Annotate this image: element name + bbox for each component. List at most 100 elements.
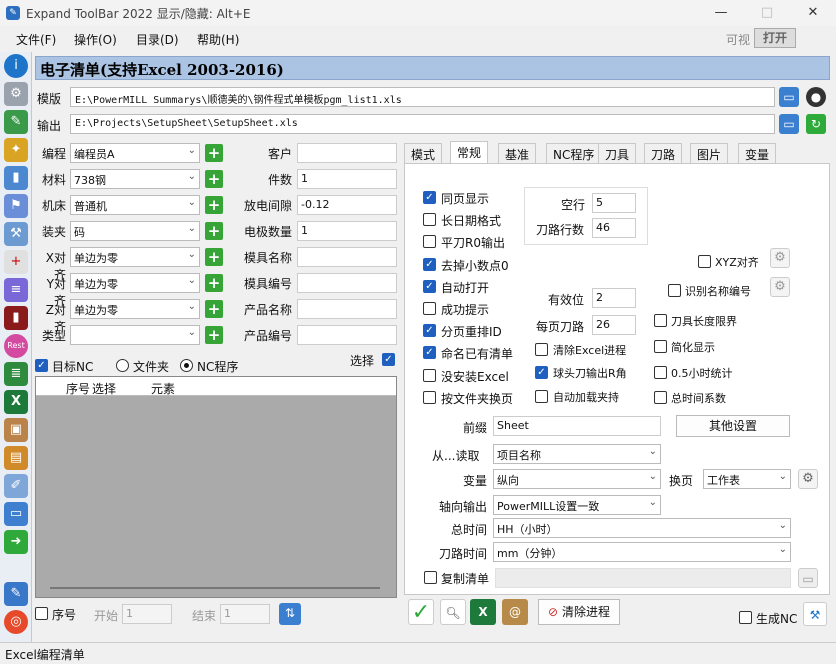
- option-checkbox-8[interactable]: [423, 368, 436, 382]
- form-right-input-1[interactable]: 1: [297, 169, 397, 189]
- tab-general[interactable]: 常规: [450, 141, 489, 164]
- output-path-field[interactable]: E:\Projects\SetupSheet\SetupSheet.xls: [70, 114, 775, 134]
- form-right-input-0[interactable]: [297, 143, 397, 163]
- sort-icon[interactable]: ⇅: [279, 603, 301, 625]
- tab-toolpath[interactable]: 刀路: [644, 143, 683, 164]
- menu-directory[interactable]: 目录(D): [136, 31, 179, 48]
- form-right-input-7[interactable]: [297, 325, 397, 345]
- right-option-checkbox-5[interactable]: [654, 391, 667, 404]
- option-checkbox-5[interactable]: [423, 302, 436, 315]
- computer-icon[interactable]: ▭: [4, 502, 28, 526]
- nc-program-radio[interactable]: [180, 359, 193, 372]
- mid-option-checkbox-0[interactable]: [535, 343, 548, 356]
- read-from-select[interactable]: 项目名称 ⌄: [493, 444, 661, 464]
- right-option-checkbox-4[interactable]: [654, 366, 667, 379]
- column-element[interactable]: 元素: [151, 380, 175, 397]
- menu-help[interactable]: 帮助(H): [197, 31, 239, 48]
- menu-file[interactable]: 文件(F): [16, 31, 56, 48]
- menu-operation[interactable]: 操作(O): [74, 31, 117, 48]
- end-input[interactable]: 1: [220, 604, 270, 624]
- option-checkbox-6[interactable]: ✓: [423, 324, 436, 338]
- excel-icon[interactable]: X: [4, 390, 28, 414]
- add-item-button-6[interactable]: +: [205, 300, 223, 318]
- book-icon[interactable]: ▮: [4, 166, 28, 190]
- info-icon[interactable]: i: [4, 54, 28, 78]
- mid-option-checkbox-1[interactable]: ✓: [535, 366, 548, 379]
- export-arrow-icon[interactable]: ➜: [4, 530, 28, 554]
- chart-edit-icon[interactable]: ✎: [4, 110, 28, 134]
- form-select-6[interactable]: 单边为零 ⌄: [70, 299, 200, 319]
- form-right-input-4[interactable]: [297, 247, 397, 267]
- copy-list-checkbox[interactable]: [424, 571, 437, 584]
- stack-icon[interactable]: ≣: [4, 362, 28, 386]
- option-checkbox-9[interactable]: [423, 390, 436, 404]
- preview-magnifier-icon[interactable]: 🔍︎: [440, 599, 466, 625]
- add-item-button-7[interactable]: +: [205, 326, 223, 344]
- maximize-button[interactable]: □: [744, 0, 790, 26]
- wrench-tools-icon[interactable]: ⚒: [803, 602, 827, 626]
- start-input[interactable]: 1: [122, 604, 172, 624]
- empty-rows-input[interactable]: 5: [592, 193, 636, 213]
- form-right-input-2[interactable]: -0.12: [297, 195, 397, 215]
- page-break-select[interactable]: 工作表 ⌄: [703, 469, 791, 489]
- prefix-input[interactable]: Sheet: [493, 416, 661, 436]
- generate-nc-checkbox[interactable]: [739, 611, 752, 624]
- minimize-button[interactable]: —: [698, 0, 744, 26]
- checkmark-run-icon[interactable]: ✓: [408, 599, 434, 625]
- folders-icon[interactable]: ▤: [4, 446, 28, 470]
- add-plus-icon[interactable]: +: [4, 250, 28, 274]
- right-option-checkbox-3[interactable]: [654, 340, 667, 353]
- decimals-input[interactable]: 2: [592, 288, 636, 308]
- close-button[interactable]: ✕: [790, 0, 836, 26]
- form-select-5[interactable]: 单边为零 ⌄: [70, 273, 200, 293]
- tab-variables[interactable]: 变量: [738, 143, 777, 164]
- select-all-checkbox[interactable]: ✓: [382, 353, 395, 366]
- copy-folder-icon[interactable]: ▭: [798, 568, 818, 588]
- tab-tool[interactable]: 刀具: [598, 143, 637, 164]
- form-right-input-3[interactable]: 1: [297, 221, 397, 241]
- right-option-checkbox-0[interactable]: [698, 255, 711, 268]
- path-rows-input[interactable]: 46: [592, 218, 636, 238]
- settings-gear-icon[interactable]: ⚙: [4, 82, 28, 106]
- template-path-field[interactable]: E:\PowerMILL Summarys\顺德美的\钢件程式单模板pgm_li…: [70, 87, 775, 107]
- option-checkbox-7[interactable]: ✓: [423, 346, 436, 360]
- variable-select[interactable]: 纵向 ⌄: [493, 469, 661, 489]
- mid-option-checkbox-2[interactable]: [535, 390, 548, 403]
- right-option-checkbox-1[interactable]: [668, 284, 681, 297]
- total-time-select[interactable]: HH（小时） ⌄: [493, 518, 791, 538]
- form-select-2[interactable]: 普通机 ⌄: [70, 195, 200, 215]
- rest-icon[interactable]: Rest: [4, 334, 28, 358]
- form-select-3[interactable]: 码 ⌄: [70, 221, 200, 241]
- tab-datum[interactable]: 基准: [498, 143, 537, 164]
- add-item-button-3[interactable]: +: [205, 222, 223, 240]
- email-icon[interactable]: @: [502, 599, 528, 625]
- refresh-icon[interactable]: ↻: [806, 114, 826, 134]
- add-item-button-5[interactable]: +: [205, 274, 223, 292]
- page-settings-gear-icon[interactable]: ⚙: [798, 469, 818, 489]
- axis-output-select[interactable]: PowerMILL设置一致 ⌄: [493, 495, 661, 515]
- tab-nc-program[interactable]: NC程序: [546, 143, 602, 164]
- path-time-select[interactable]: mm（分钟） ⌄: [493, 542, 791, 562]
- form-right-input-6[interactable]: [297, 299, 397, 319]
- red-book-icon[interactable]: ▮: [4, 306, 28, 330]
- folder-radio[interactable]: [116, 359, 129, 372]
- brush-icon[interactable]: ✎: [4, 582, 28, 606]
- option-checkbox-2[interactable]: [423, 235, 436, 249]
- tools-icon[interactable]: ⚒: [4, 222, 28, 246]
- form-select-0[interactable]: 编程员A ⌄: [70, 143, 200, 163]
- xyz-settings-gear-icon[interactable]: ⚙: [770, 248, 790, 268]
- option-checkbox-3[interactable]: ✓: [423, 257, 436, 271]
- flag-icon[interactable]: ⚑: [4, 194, 28, 218]
- package-icon[interactable]: ▣: [4, 418, 28, 442]
- column-seq[interactable]: 序号: [66, 380, 90, 397]
- tab-mode[interactable]: 模式: [404, 143, 443, 164]
- magic-wand-icon[interactable]: ✦: [4, 138, 28, 162]
- add-item-button-0[interactable]: +: [205, 144, 223, 162]
- form-select-4[interactable]: 单边为零 ⌄: [70, 247, 200, 267]
- add-item-button-2[interactable]: +: [205, 196, 223, 214]
- other-settings-button[interactable]: 其他设置: [676, 415, 790, 437]
- open-folder-icon[interactable]: ▭: [779, 87, 799, 107]
- option-checkbox-0[interactable]: ✓: [423, 191, 436, 204]
- layers-icon[interactable]: ≡: [4, 278, 28, 302]
- copy-list-path-field[interactable]: [495, 568, 791, 588]
